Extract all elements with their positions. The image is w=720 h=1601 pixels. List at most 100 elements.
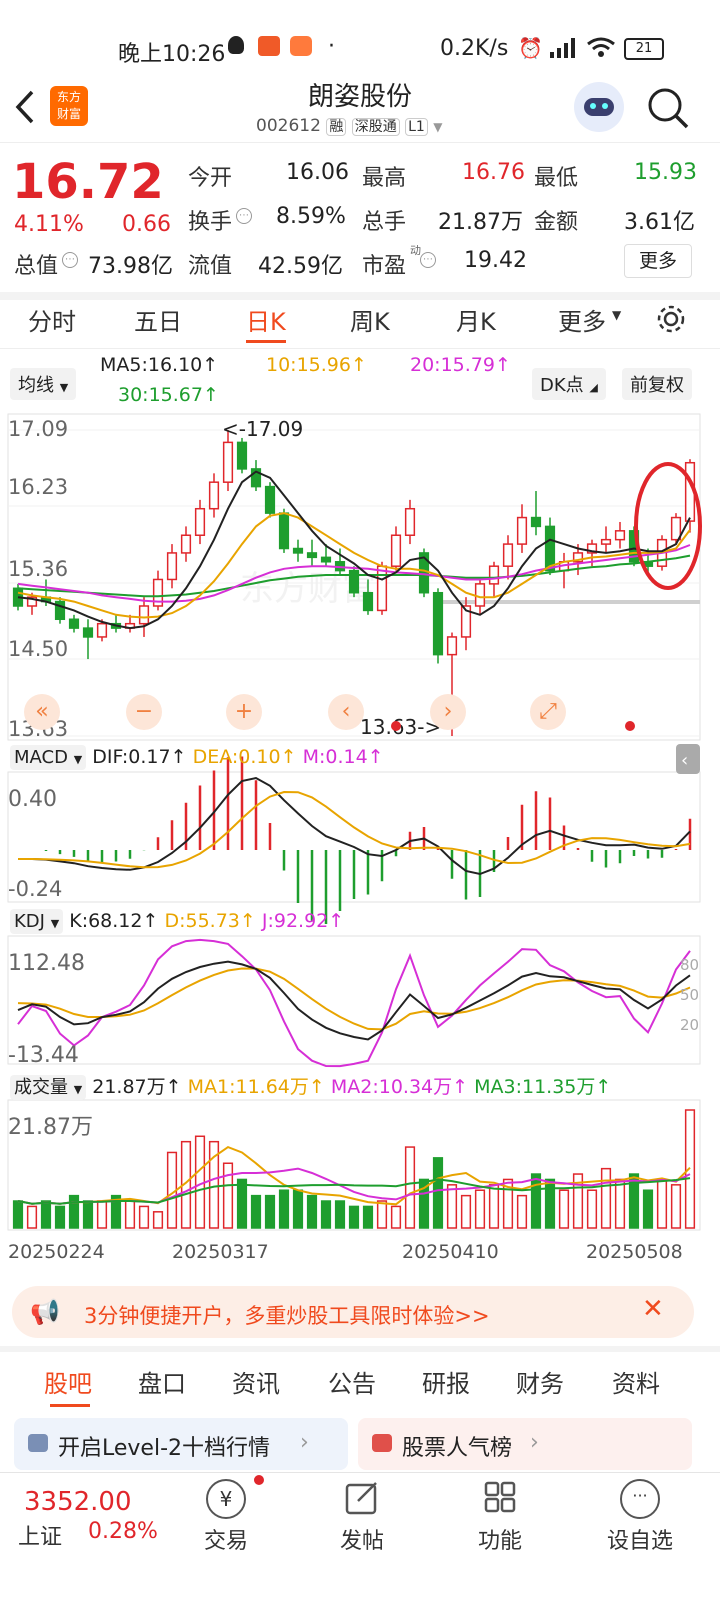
kline-y-4: 14.50	[8, 637, 68, 661]
kline-y-3: 15.36	[8, 557, 68, 581]
volume-current: 21.87万	[92, 1076, 166, 1098]
wifi-icon	[587, 37, 615, 57]
chevron-down-icon: ▼	[59, 381, 69, 394]
section-tab-pankou[interactable]: 盘口	[138, 1364, 186, 1399]
candle-body	[138, 605, 150, 625]
index-pct: 0.28%	[88, 1519, 158, 1544]
section-tabs: 股吧 盘口 资讯 公告 研报 财务 资料	[0, 1364, 720, 1408]
signal-icon	[550, 38, 575, 58]
candle-body	[488, 565, 500, 585]
close-icon[interactable]: ✕	[642, 1294, 664, 1324]
nav-functions[interactable]: 功能	[460, 1479, 540, 1555]
section-tab-finance[interactable]: 财务	[516, 1364, 564, 1399]
tab-daily-k[interactable]: 日K	[246, 302, 286, 337]
scroll-left-button[interactable]: ‹	[328, 694, 364, 730]
tab-five-day[interactable]: 五日	[134, 302, 182, 337]
dk-point-toggle[interactable]: DK点 ◢	[532, 368, 606, 400]
volume-ma2: MA2:10.34万	[330, 1076, 453, 1098]
volume-bar	[544, 1178, 556, 1229]
amount-value: 3.61亿	[624, 210, 695, 235]
kdj-header: KDJ ▼ K:68.12↑ D:55.73↑ J:92.92↑	[10, 909, 344, 934]
candle-body	[264, 485, 276, 514]
stock-header: 东方 财富 朗姿股份 002612 融 深股通 L1 ▼	[0, 70, 720, 142]
ma20-text: 20:15.79	[410, 354, 495, 376]
date-label-2: 20250317	[172, 1241, 269, 1263]
search-icon[interactable]	[646, 86, 690, 130]
promo-banner[interactable]: 📢 3分钟便捷开户，多重炒股工具限时体验>> ✕	[12, 1286, 694, 1338]
pe-superscript: 动	[410, 244, 421, 257]
open-label: 今开	[188, 166, 233, 191]
scroll-right-button[interactable]: ›	[430, 694, 466, 730]
scroll-start-button[interactable]: «	[24, 694, 60, 730]
volume-ma3: MA3:11.35万	[474, 1076, 596, 1098]
volume-bar	[124, 1200, 136, 1229]
volume-bar	[362, 1205, 374, 1229]
nav-trade-label: 交易	[203, 1529, 248, 1554]
chevron-right-icon: ›	[300, 1430, 309, 1455]
section-tab-profile[interactable]: 资料	[612, 1364, 660, 1399]
chevron-down-icon[interactable]: ▼	[433, 120, 442, 134]
popularity-title: 股票人气榜	[402, 1436, 513, 1461]
zoom-out-button[interactable]: −	[126, 694, 162, 730]
robot-assistant-icon[interactable]	[574, 82, 624, 132]
macd-selector[interactable]: MACD ▼	[10, 745, 87, 770]
turnover-value: 8.59%	[276, 204, 346, 229]
stock-code: 002612	[256, 116, 321, 136]
volume-bar	[54, 1205, 66, 1229]
kdj-k: K:68.12	[69, 910, 143, 932]
tab-monthly-k[interactable]: 月K	[456, 302, 496, 337]
megaphone-icon: 📢	[30, 1298, 60, 1326]
kdj-selector[interactable]: KDJ ▼	[10, 909, 64, 934]
qq-icon	[228, 36, 244, 54]
chevron-left-icon: ‹	[681, 750, 688, 771]
nav-post[interactable]: 发帖	[322, 1479, 402, 1555]
candle-body	[516, 516, 528, 545]
candle-body	[68, 618, 80, 629]
volume-bar	[40, 1200, 52, 1229]
more-button[interactable]: 更多	[624, 244, 692, 278]
mktcap-label: 总值	[14, 254, 59, 279]
section-tab-announce[interactable]: 公告	[328, 1364, 376, 1399]
section-tab-news[interactable]: 资讯	[232, 1364, 280, 1399]
volume-ma1: MA1:11.64万	[187, 1076, 309, 1098]
chevron-down-icon[interactable]: ▼	[612, 308, 621, 322]
tab-weekly-k[interactable]: 周K	[350, 302, 390, 337]
volume-value: 21.87万	[438, 210, 523, 235]
candle-body	[614, 530, 626, 541]
popularity-card[interactable]: 股票人气榜 ›	[358, 1418, 692, 1470]
nav-watchlist[interactable]: ··· 设自选	[590, 1479, 690, 1555]
fullscreen-button[interactable]: ⤢	[530, 694, 566, 730]
adjust-toggle[interactable]: 前复权	[622, 368, 692, 400]
nav-trade[interactable]: ¥ 交易	[186, 1479, 266, 1555]
volume-label: 总手	[362, 210, 407, 235]
section-tab-guba[interactable]: 股吧	[44, 1364, 92, 1399]
level2-title: 开启Level-2十档行情	[58, 1436, 271, 1461]
corner-icon: ◢	[589, 381, 598, 394]
candle-body	[208, 481, 220, 510]
volume-bar	[488, 1184, 500, 1229]
tab-intraday[interactable]: 分时	[28, 302, 76, 337]
index-name: 上证	[18, 1525, 63, 1550]
volume-selector[interactable]: 成交量 ▼	[10, 1075, 87, 1100]
event-dot[interactable]	[625, 721, 635, 731]
level2-card[interactable]: 开启Level-2十档行情 ›	[14, 1418, 348, 1470]
candle-body	[404, 507, 416, 536]
volume-bar	[600, 1167, 612, 1229]
yen-icon: ¥	[206, 1479, 246, 1519]
index-value[interactable]: 3352.00	[24, 1487, 132, 1517]
tab-more[interactable]: 更多	[558, 302, 606, 337]
event-dot[interactable]	[391, 721, 401, 731]
gear-icon[interactable]	[656, 304, 686, 334]
date-label-3: 20250410	[402, 1241, 499, 1263]
high-value: 16.76	[462, 160, 525, 185]
info-icon[interactable]: ⋯	[62, 252, 78, 268]
active-tab-indicator	[246, 340, 286, 343]
info-icon[interactable]: ⋯	[236, 208, 252, 224]
info-icon[interactable]: ⋯	[420, 252, 436, 268]
zoom-in-button[interactable]: +	[226, 694, 262, 730]
notification-dot	[254, 1475, 264, 1485]
kline-chart-area[interactable]: 东方财富 17.09 16.23 15.36 14.50 13.63 <-17.…	[0, 410, 720, 1270]
volume-bar	[530, 1173, 542, 1229]
ma-selector[interactable]: 均线 ▼	[10, 368, 77, 400]
section-tab-research[interactable]: 研报	[422, 1364, 470, 1399]
